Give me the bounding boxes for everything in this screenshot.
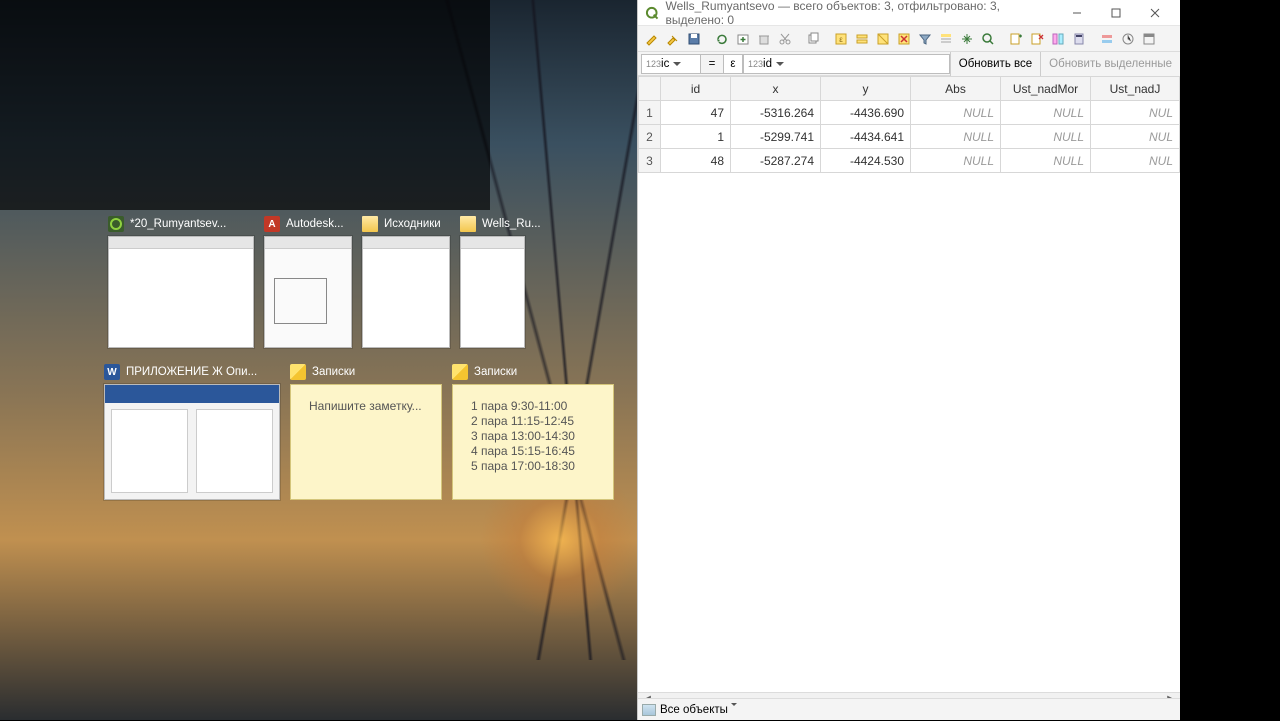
task-tile-word[interactable]: W ПРИЛОЖЕНИЕ Ж Опи... bbox=[104, 364, 280, 500]
column-header[interactable]: x bbox=[731, 77, 821, 101]
expression-input[interactable]: 123 id bbox=[743, 54, 950, 74]
field-selector-value: ic bbox=[661, 58, 669, 70]
task-tile-folder-wells[interactable]: Wells_Ru... bbox=[460, 216, 541, 348]
table-row[interactable]: 2 1-5299.741-4434.641 NULLNULLNUL bbox=[639, 125, 1180, 149]
table-row[interactable]: 3 48-5287.274-4424.530 NULLNULLNUL bbox=[639, 149, 1180, 173]
word-icon: W bbox=[104, 364, 120, 380]
filter-icon[interactable] bbox=[915, 29, 935, 49]
sticky-placeholder: Напишите заметку... bbox=[309, 399, 422, 413]
task-tile-sticky-1[interactable]: Записки Напишите заметку... bbox=[290, 364, 442, 500]
qgis-app-icon bbox=[644, 5, 659, 21]
add-feature-icon[interactable] bbox=[733, 29, 753, 49]
task-tile-label: Wells_Ru... bbox=[482, 218, 541, 230]
invert-selection-icon[interactable] bbox=[873, 29, 893, 49]
task-tile-label: ПРИЛОЖЕНИЕ Ж Опи... bbox=[126, 366, 257, 378]
column-header[interactable]: Ust_nadJ bbox=[1091, 77, 1180, 101]
table-row[interactable]: 1 47-5316.264-4436.690 NULLNULLNUL bbox=[639, 101, 1180, 125]
update-all-button[interactable]: Обновить все bbox=[950, 52, 1040, 76]
update-field-selector[interactable]: 123 ic bbox=[641, 54, 701, 74]
multi-edit-icon[interactable] bbox=[663, 29, 683, 49]
move-selection-top-icon[interactable] bbox=[936, 29, 956, 49]
window-maximize-button[interactable] bbox=[1097, 0, 1136, 26]
task-tile-sticky-2[interactable]: Записки 1 пара 9:30-11:00 2 пара 11:15-1… bbox=[452, 364, 614, 500]
sticky-note-schedule: 1 пара 9:30-11:00 2 пара 11:15-12:45 3 п… bbox=[452, 384, 614, 500]
window-title: Wells_Rumyantsevo — всего объектов: 3, о… bbox=[665, 0, 1058, 27]
folder-icon bbox=[460, 216, 476, 232]
filter-mode-selector[interactable]: Все объекты bbox=[660, 704, 737, 716]
zoom-to-selected-icon[interactable] bbox=[978, 29, 998, 49]
sticky-note-empty: Напишите заметку... bbox=[290, 384, 442, 500]
window-close-button[interactable] bbox=[1135, 0, 1174, 26]
task-tile-label: Записки bbox=[312, 366, 355, 378]
field-calculator-bar: 123 ic = ε 123 id Обновить все Обновить … bbox=[638, 52, 1180, 76]
cut-icon[interactable] bbox=[775, 29, 795, 49]
pan-to-selected-icon[interactable] bbox=[957, 29, 977, 49]
task-tile-folder-source[interactable]: Исходники bbox=[362, 216, 450, 348]
table-view-icon[interactable] bbox=[642, 704, 656, 716]
qgis-icon bbox=[108, 216, 124, 232]
copy-icon[interactable] bbox=[803, 29, 823, 49]
select-all-icon[interactable] bbox=[852, 29, 872, 49]
expression-select-icon[interactable]: ε bbox=[831, 29, 851, 49]
svg-text:ε: ε bbox=[839, 35, 843, 44]
window-minimize-button[interactable] bbox=[1058, 0, 1097, 26]
qgis-attribute-window: Wells_Rumyantsevo — всего объектов: 3, о… bbox=[637, 0, 1180, 720]
task-tile-label: *20_Rumyantsev... bbox=[130, 218, 226, 230]
task-view-grid: *20_Rumyantsev... A Autodesk... Исходник… bbox=[108, 216, 628, 516]
reload-icon[interactable] bbox=[712, 29, 732, 49]
desktop-task-view: *20_Rumyantsev... A Autodesk... Исходник… bbox=[0, 0, 637, 720]
new-field-icon[interactable] bbox=[1006, 29, 1026, 49]
expression-builder-button[interactable]: ε bbox=[723, 54, 743, 74]
task-tile-label: Autodesk... bbox=[286, 218, 344, 230]
sticky-note-icon bbox=[452, 364, 468, 380]
autocad-icon: A bbox=[264, 216, 280, 232]
toggle-edit-icon[interactable] bbox=[642, 29, 662, 49]
table-header-row: id x y Abs Ust_nadMor Ust_nadJ bbox=[639, 77, 1180, 101]
task-tile-label: Записки bbox=[474, 366, 517, 378]
task-tile-label: Исходники bbox=[384, 218, 441, 230]
window-titlebar[interactable]: Wells_Rumyantsevo — всего объектов: 3, о… bbox=[638, 0, 1180, 26]
status-bar: Все объекты bbox=[638, 698, 1180, 720]
update-selected-button[interactable]: Обновить выделенные bbox=[1040, 52, 1180, 76]
save-edits-icon[interactable] bbox=[684, 29, 704, 49]
conditional-format-icon[interactable] bbox=[1097, 29, 1117, 49]
desktop-dark-overlay bbox=[0, 0, 490, 210]
organize-columns-icon[interactable] bbox=[1048, 29, 1068, 49]
delete-field-icon[interactable] bbox=[1027, 29, 1047, 49]
attribute-table[interactable]: id x y Abs Ust_nadMor Ust_nadJ 1 47-5316… bbox=[638, 76, 1180, 690]
task-tile-qgis[interactable]: *20_Rumyantsev... bbox=[108, 216, 254, 348]
field-calculator-icon[interactable] bbox=[1069, 29, 1089, 49]
task-tile-autocad[interactable]: A Autodesk... bbox=[264, 216, 352, 348]
dock-icon[interactable] bbox=[1139, 29, 1159, 49]
sticky-note-icon bbox=[290, 364, 306, 380]
folder-icon bbox=[362, 216, 378, 232]
equals-label: = bbox=[701, 54, 723, 74]
column-header[interactable]: Ust_nadMor bbox=[1001, 77, 1091, 101]
deselect-icon[interactable] bbox=[894, 29, 914, 49]
expression-value: id bbox=[763, 58, 772, 70]
actions-icon[interactable] bbox=[1118, 29, 1138, 49]
delete-feature-icon[interactable] bbox=[754, 29, 774, 49]
attribute-toolbar: ε bbox=[638, 26, 1180, 52]
column-header[interactable]: id bbox=[661, 77, 731, 101]
column-header[interactable]: y bbox=[821, 77, 911, 101]
column-header[interactable]: Abs bbox=[911, 77, 1001, 101]
